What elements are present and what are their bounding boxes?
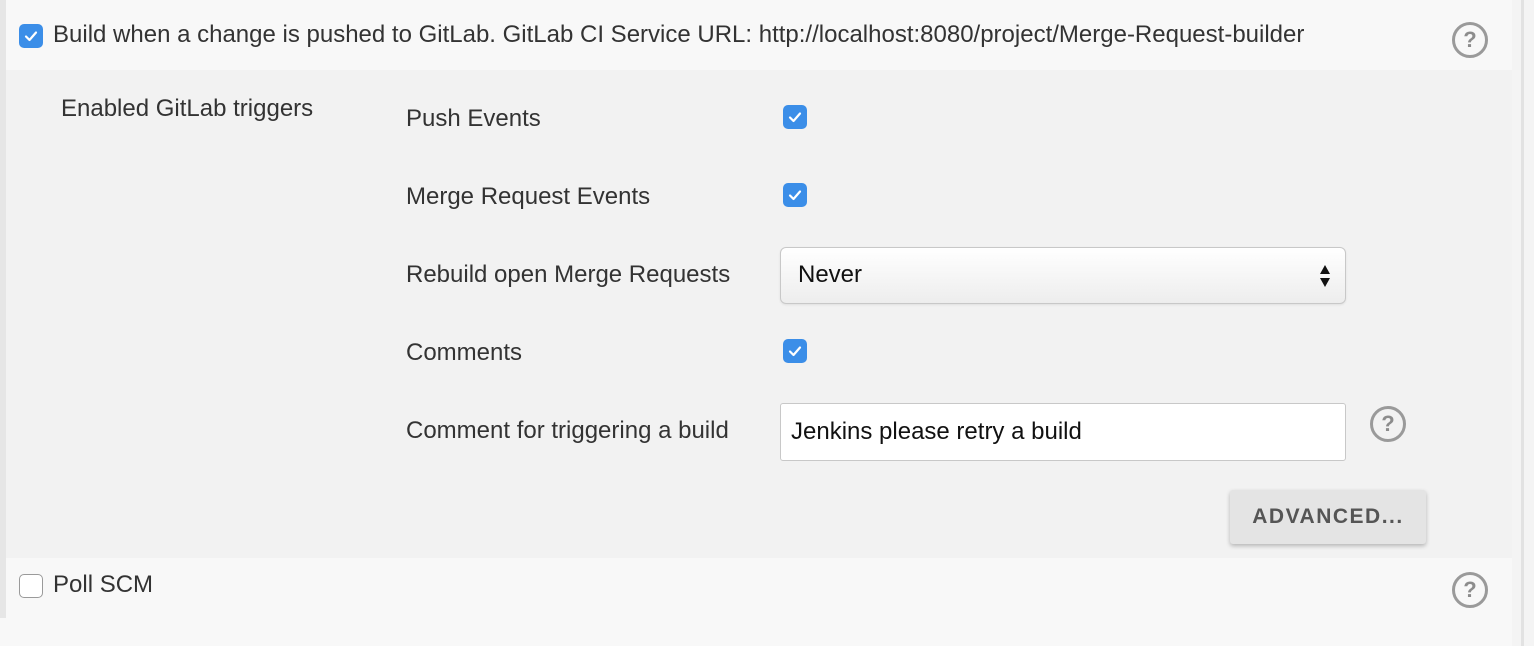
checkmark-icon — [788, 190, 802, 201]
comment-trigger-field — [780, 403, 1346, 461]
help-icon[interactable]: ? — [1452, 22, 1488, 58]
advanced-button[interactable]: ADVANCED... — [1230, 490, 1426, 544]
poll-scm-label: Poll SCM — [53, 571, 154, 598]
left-border — [0, 0, 6, 618]
push-events-checkbox[interactable] — [783, 105, 807, 129]
push-events-label: Push Events — [406, 105, 541, 132]
comments-label: Comments — [406, 339, 523, 366]
comment-trigger-label: Comment for triggering a build — [406, 417, 729, 444]
build-triggers-panel: Build when a change is pushed to GitLab.… — [0, 0, 1534, 646]
checkmark-icon — [788, 346, 802, 357]
rebuild-open-mr-label: Rebuild open Merge Requests — [406, 261, 731, 288]
help-icon[interactable]: ? — [1452, 572, 1488, 608]
help-icon[interactable]: ? — [1370, 406, 1406, 442]
poll-scm-row — [6, 558, 1512, 618]
right-border — [1512, 0, 1534, 646]
comments-checkbox[interactable] — [783, 339, 807, 363]
gitlab-trigger-checkbox[interactable] — [19, 24, 43, 48]
rebuild-open-mr-value: Never — [798, 261, 863, 288]
gitlab-trigger-label: Build when a change is pushed to GitLab.… — [53, 21, 1305, 48]
select-arrows-icon — [1320, 265, 1330, 287]
poll-scm-checkbox[interactable] — [19, 574, 43, 598]
merge-request-events-label: Merge Request Events — [406, 183, 651, 210]
checkmark-icon — [788, 112, 802, 123]
merge-request-events-checkbox[interactable] — [783, 183, 807, 207]
rebuild-open-mr-select[interactable]: Never — [780, 247, 1346, 304]
enabled-triggers-title: Enabled GitLab triggers — [61, 95, 314, 122]
comment-trigger-input[interactable] — [781, 404, 1345, 460]
checkmark-icon — [24, 31, 38, 42]
gitlab-triggers-section — [6, 70, 1512, 558]
bottom-strip — [0, 618, 1512, 646]
